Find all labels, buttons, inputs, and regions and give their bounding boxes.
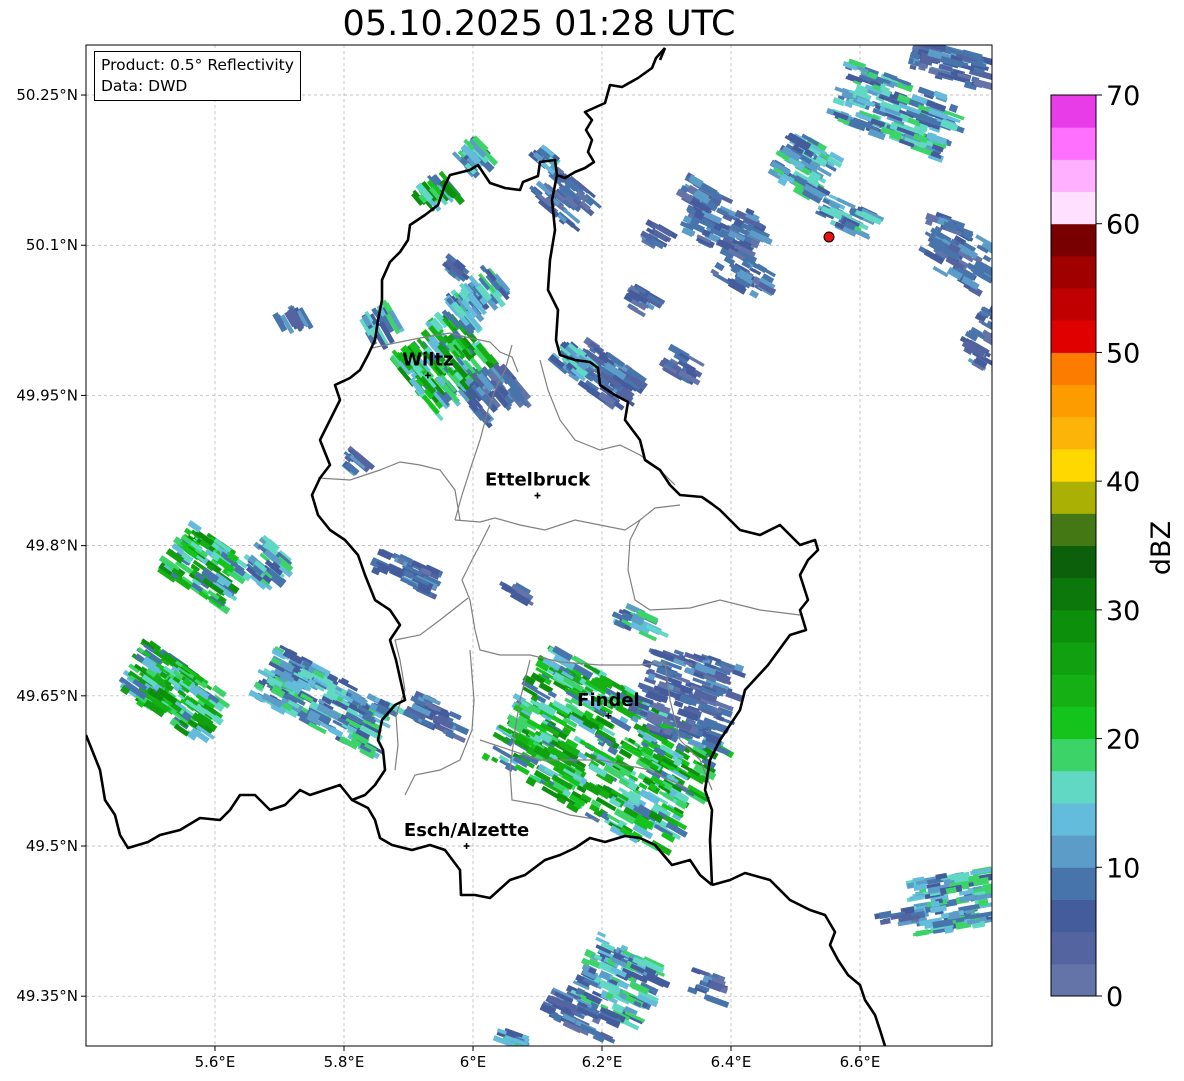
- echo-cell: [995, 315, 1014, 330]
- colorbar-segment: [1051, 320, 1096, 353]
- colorbar-segment: [1051, 481, 1096, 514]
- colorbar: 0 10 20 30 40 50 60 70 dBZ: [1050, 81, 1177, 1013]
- lat-tick-label: 49.65°N: [16, 687, 78, 705]
- lon-tick-label: 6.2°E: [582, 1053, 623, 1071]
- city-label: Findel: [577, 690, 640, 711]
- city-label: Ettelbruck: [485, 470, 591, 491]
- echo-cell: [995, 314, 1010, 325]
- echo-cell: [944, 925, 954, 934]
- colorbar-tick-label: 30: [1106, 596, 1140, 627]
- colorbar-segment: [1051, 963, 1096, 997]
- echo-cell: [997, 314, 1005, 323]
- colorbar-segment: [1051, 835, 1096, 868]
- colorbar-tick-label: 70: [1106, 81, 1140, 112]
- data-source-label: Data: DWD: [101, 77, 188, 95]
- colorbar-tick-label: 50: [1106, 338, 1140, 369]
- colorbar-segment: [1051, 867, 1096, 900]
- colorbar-segment: [1051, 95, 1096, 128]
- echo-cell: [996, 314, 1014, 328]
- colorbar-segment: [1051, 802, 1096, 836]
- radar-site-marker: [823, 231, 835, 243]
- colorbar-segment: [1051, 159, 1096, 193]
- colorbar-tick-label: 40: [1106, 467, 1140, 498]
- lat-tick-label: 49.35°N: [16, 987, 78, 1005]
- colorbar-tick-label: 10: [1106, 853, 1140, 884]
- colorbar-tick-label: 20: [1106, 725, 1140, 756]
- colorbar-segment: [1051, 577, 1096, 611]
- colorbar-segment: [1051, 931, 1096, 965]
- city-label: Wiltz: [402, 349, 453, 370]
- lon-tick-label: 6.4°E: [711, 1053, 752, 1071]
- lat-tick-label: 49.95°N: [16, 386, 78, 404]
- lat-tick-label: 50.25°N: [16, 86, 78, 104]
- colorbar-segment: [1051, 223, 1096, 257]
- colorbar-segment: [1051, 416, 1096, 450]
- colorbar-tick-label: 0: [1106, 982, 1123, 1013]
- colorbar-segment: [1051, 191, 1096, 225]
- colorbar-segment: [1051, 545, 1096, 579]
- echo-cell: [994, 324, 1008, 335]
- colorbar-segment: [1051, 770, 1096, 804]
- echo-cell: [994, 325, 1009, 336]
- colorbar-segment: [1051, 609, 1096, 643]
- lat-tick-label: 50.1°N: [26, 236, 78, 254]
- lon-tick-label: 6°E: [460, 1053, 487, 1071]
- map-title: 05.10.2025 01:28 UTC: [342, 4, 736, 44]
- colorbar-segment: [1051, 899, 1096, 933]
- echo-cell: [995, 321, 1007, 331]
- colorbar-segment: [1051, 448, 1096, 482]
- lon-tick-label: 5.6°E: [195, 1053, 236, 1071]
- lon-tick-label: 5.8°E: [324, 1053, 365, 1071]
- colorbar-segment: [1051, 255, 1096, 289]
- info-box: Product: 0.5° Reflectivity Data: DWD: [94, 51, 301, 101]
- colorbar-segment: [1051, 384, 1096, 418]
- lat-tick-label: 49.5°N: [26, 837, 78, 855]
- colorbar-label: dBZ: [1146, 521, 1177, 575]
- colorbar-tick-label: 60: [1106, 210, 1140, 241]
- colorbar-segment: [1051, 513, 1096, 546]
- echo-cell: [994, 246, 1012, 259]
- colorbar-segment: [1051, 706, 1096, 740]
- radar-map-figure: Wiltz Ettelbruck Findel Esch/Alzette 5.6°E 5…: [16, 44, 1177, 1071]
- colorbar-segment: [1051, 642, 1096, 675]
- colorbar-segment: [1051, 288, 1096, 321]
- lon-tick-label: 6.6°E: [840, 1053, 881, 1071]
- colorbar-segment: [1051, 738, 1096, 772]
- city-label: Esch/Alzette: [404, 820, 529, 841]
- lat-tick-label: 49.8°N: [26, 537, 78, 555]
- product-label: Product: 0.5° Reflectivity: [101, 56, 294, 74]
- colorbar-segment: [1051, 127, 1096, 160]
- colorbar-segment: [1051, 352, 1096, 386]
- colorbar-segment: [1051, 674, 1096, 707]
